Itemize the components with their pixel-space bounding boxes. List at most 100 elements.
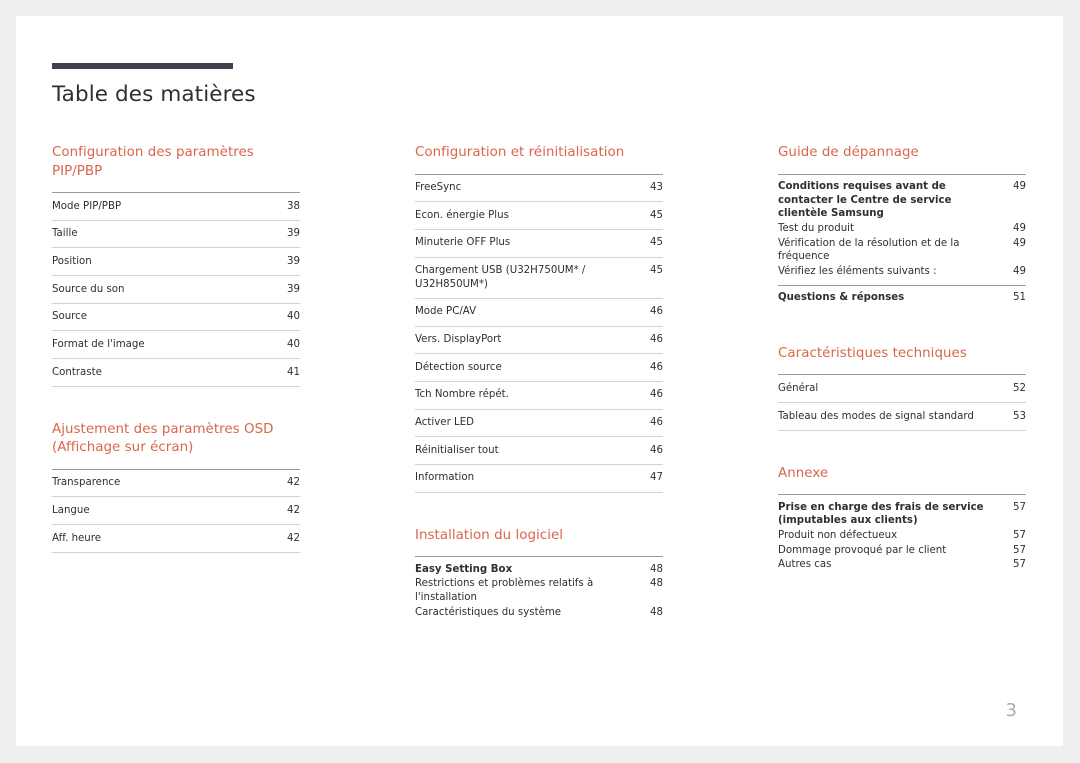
toc-entry-page: 38 [287, 200, 300, 212]
toc-column: Configuration et réinitialisation FreeSyn… [415, 144, 663, 625]
toc-entry-page: 57 [1013, 559, 1026, 571]
toc-entry[interactable]: Détection source 46 [415, 354, 663, 382]
toc-entry-page: 49 [1013, 223, 1026, 235]
toc-entry-label: Conditions requises avant de contacter l… [778, 181, 952, 220]
toc-entry[interactable]: Taille 39 [52, 221, 300, 249]
toc-entry-page: 46 [650, 389, 663, 401]
toc-entry-page: 57 [1013, 544, 1026, 556]
toc-entry-label: Vers. DisplayPort [415, 334, 502, 346]
toc-entry[interactable]: Réinitialiser tout 46 [415, 437, 663, 465]
toc-entry-page: 42 [287, 477, 300, 489]
toc-entry-page: 45 [650, 209, 663, 221]
toc-entry-label: Transparence [52, 477, 121, 489]
toc-entry-page: 46 [650, 361, 663, 373]
toc-entry-label: Position [52, 255, 92, 267]
toc-entry-page: 52 [1013, 382, 1026, 394]
toc-entry-label: Détection source [415, 361, 502, 373]
toc-list: Conditions requises avant de contacter l… [778, 173, 1026, 311]
toc-entry-group: Easy Setting Box 48 Restrictions et problè… [415, 557, 663, 625]
toc-entry-page: 42 [287, 532, 300, 544]
toc-entry[interactable]: Restrictions et problèmes relatifs à l'i… [415, 577, 663, 605]
toc-entry-page: 47 [650, 472, 663, 484]
toc-entry[interactable]: Mode PIP/PBP 38 [52, 193, 300, 221]
toc-entry[interactable]: Produit non défectueux 57 [778, 529, 1026, 544]
toc-entry[interactable]: Transparence 42 [52, 470, 300, 498]
toc-entry[interactable]: Tch Nombre répét. 46 [415, 382, 663, 410]
toc-section-heading[interactable]: Ajustement des paramètres OSD (Affichage… [52, 421, 300, 458]
toc-entry-label: Econ. énergie Plus [415, 209, 509, 221]
toc-entry-label: Chargement USB (U32H750UM* / U32H850UM*) [415, 265, 586, 290]
toc-entry[interactable]: Vers. DisplayPort 46 [415, 327, 663, 355]
toc-entry-group: Questions & réponses 51 [778, 286, 1026, 311]
toc-entry[interactable]: Source 40 [52, 304, 300, 332]
toc-list: Transparence 42 Langue 42 Aff. heure 42 [52, 468, 300, 553]
toc-entry[interactable]: Easy Setting Box 48 [415, 562, 663, 577]
toc-entry[interactable]: Position 39 [52, 248, 300, 277]
toc-entry[interactable]: Questions & réponses 51 [778, 291, 1026, 306]
toc-entry[interactable]: Format de l'image 40 [52, 331, 300, 360]
toc-entry[interactable]: Aff. heure 42 [52, 525, 300, 553]
toc-entry[interactable]: Tableau des modes de signal standard 53 [778, 403, 1026, 431]
toc-entry[interactable]: Information 47 [415, 465, 663, 493]
toc-entry-label: Questions & réponses [778, 292, 905, 304]
toc-section: Guide de dépannage Conditions requises av… [778, 144, 1026, 311]
toc-entry[interactable]: Langue 42 [52, 497, 300, 526]
toc-entry[interactable]: Chargement USB (U32H750UM* / U32H850UM*)… [415, 258, 663, 299]
toc-entry-label: Prise en charge des frais de service (im… [778, 501, 984, 527]
toc-section: Annexe Prise en charge des frais de servi… [778, 465, 1026, 578]
toc-list: FreeSync 43 Econ. énergie Plus 45 Minuterie … [415, 173, 663, 493]
toc-entry-label: Taille [52, 228, 78, 240]
toc-entry[interactable]: Source du son 39 [52, 276, 300, 304]
toc-section-heading[interactable]: Caractéristiques techniques [778, 345, 1026, 364]
toc-entry[interactable]: Econ. énergie Plus 45 [415, 202, 663, 230]
document-page: Table des matières Configuration des par… [16, 16, 1063, 746]
toc-section: Caractéristiques techniques Général 52 Tabl… [778, 345, 1026, 431]
toc-entry[interactable]: Prise en charge des frais de service (im… [778, 500, 1026, 528]
toc-entry[interactable]: Contraste 41 [52, 359, 300, 387]
toc-entry-page: 49 [1013, 266, 1026, 278]
toc-entry-group: Prise en charge des frais de service (im… [778, 495, 1026, 578]
toc-entry-page: 53 [1013, 410, 1026, 422]
page-title: Table des matières [52, 82, 256, 107]
toc-entry[interactable]: Général 52 [778, 375, 1026, 404]
toc-section-heading[interactable]: Annexe [778, 465, 1026, 484]
toc-columns: Configuration des paramètres PIP/PBP Mode… [52, 144, 1027, 625]
toc-entry-page: 51 [1013, 292, 1026, 304]
toc-entry[interactable]: Conditions requises avant de contacter l… [778, 180, 1026, 222]
toc-entry-page: 48 [650, 606, 663, 618]
toc-entry[interactable]: Dommage provoqué par le client 57 [778, 543, 1026, 558]
toc-entry[interactable]: FreeSync 43 [415, 175, 663, 203]
toc-entry[interactable]: Activer LED 46 [415, 410, 663, 438]
toc-entry[interactable]: Test du produit 49 [778, 222, 1026, 237]
toc-entry-label: Général [778, 382, 819, 394]
toc-entry[interactable]: Mode PC/AV 46 [415, 299, 663, 327]
toc-entry-page: 41 [287, 366, 300, 378]
toc-section: Configuration et réinitialisation FreeSyn… [415, 144, 663, 493]
toc-section-heading[interactable]: Configuration des paramètres PIP/PBP [52, 144, 300, 181]
toc-entry-page: 43 [650, 182, 663, 193]
toc-entry-label: Vérifiez les éléments suivants : [778, 266, 937, 278]
toc-entry-label: Activer LED [415, 417, 475, 429]
toc-section: Ajustement des paramètres OSD (Affichage… [52, 421, 300, 553]
toc-column: Guide de dépannage Conditions requises av… [778, 144, 1026, 625]
toc-entry[interactable]: Vérification de la résolution et de la f… [778, 236, 1026, 264]
toc-entry[interactable]: Caractéristiques du système 48 [415, 605, 663, 620]
toc-entry-page: 40 [287, 338, 300, 350]
toc-entry[interactable]: Autres cas 57 [778, 558, 1026, 573]
toc-entry-label: Langue [52, 504, 90, 516]
toc-entry[interactable]: Vérifiez les éléments suivants : 49 [778, 265, 1026, 280]
toc-entry-page: 57 [1013, 530, 1026, 542]
toc-entry-label: Dommage provoqué par le client [778, 544, 947, 556]
toc-entry-page: 49 [1013, 181, 1026, 192]
toc-section-heading[interactable]: Configuration et réinitialisation [415, 144, 663, 163]
toc-entry[interactable]: Minuterie OFF Plus 45 [415, 230, 663, 258]
toc-entry-label: Aff. heure [52, 532, 102, 544]
toc-entry-label: FreeSync [415, 182, 462, 193]
toc-section-heading[interactable]: Guide de dépannage [778, 144, 1026, 163]
toc-entry-page: 48 [650, 563, 663, 575]
toc-entry-label: Source du son [52, 283, 125, 295]
toc-entry-label: Tch Nombre répét. [415, 389, 509, 401]
toc-entry-page: 39 [287, 283, 300, 295]
toc-section-heading[interactable]: Installation du logiciel [415, 527, 663, 546]
toc-entry-label: Source [52, 311, 88, 323]
